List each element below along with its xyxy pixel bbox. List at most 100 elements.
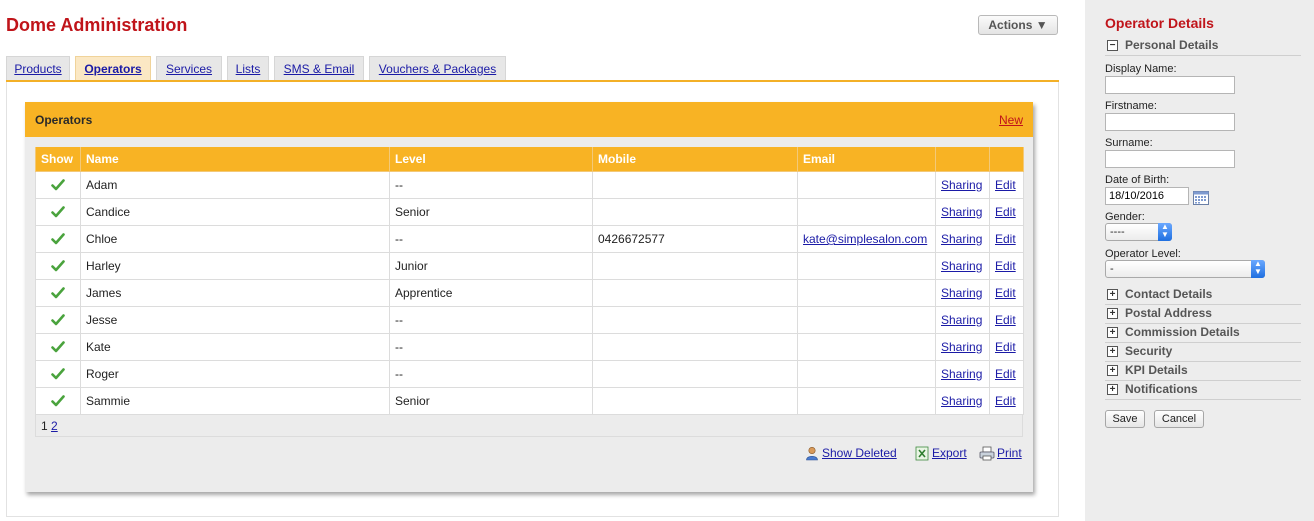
column-header-name[interactable]: Name	[80, 147, 390, 172]
show-cell[interactable]	[35, 360, 81, 388]
show-cell[interactable]	[35, 387, 81, 415]
column-header-mobile[interactable]: Mobile	[592, 147, 798, 172]
tab-vouchers-packages[interactable]: Vouchers & Packages	[369, 56, 506, 80]
table-row: Adam -- Sharing Edit	[35, 171, 1024, 199]
pagination-bar: 1 2	[35, 415, 1023, 437]
gender-label: Gender:	[1105, 211, 1145, 223]
email-cell	[797, 360, 936, 388]
print-link[interactable]: Print	[979, 446, 1022, 461]
section-personal-details[interactable]: − Personal Details	[1105, 37, 1301, 56]
column-header-show[interactable]: Show	[35, 147, 81, 172]
operator-details-sidebar: Operator Details − Personal Details Disp…	[1085, 0, 1314, 521]
edit-link[interactable]: Edit	[989, 333, 1024, 361]
check-icon[interactable]	[51, 232, 65, 246]
gender-select[interactable]: ---- ▲ ▼	[1105, 223, 1172, 241]
table-row: Sammie Senior Sharing Edit	[35, 387, 1024, 415]
check-icon[interactable]	[51, 313, 65, 327]
show-cell[interactable]	[35, 306, 81, 334]
edit-link[interactable]: Edit	[989, 198, 1024, 226]
section-kpi-details[interactable]: + KPI Details	[1105, 362, 1301, 381]
email-cell[interactable]: kate@simplesalon.com	[797, 225, 936, 253]
page-link-2[interactable]: 2	[51, 419, 58, 433]
level-cell: Junior	[389, 252, 593, 280]
edit-link[interactable]: Edit	[989, 225, 1024, 253]
check-icon[interactable]	[51, 259, 65, 273]
edit-link[interactable]: Edit	[989, 306, 1024, 334]
new-operator-link[interactable]: New	[999, 113, 1023, 127]
section-commission-details[interactable]: + Commission Details	[1105, 324, 1301, 343]
select-arrows-icon: ▲ ▼	[1251, 260, 1265, 278]
save-button[interactable]: Save	[1105, 410, 1145, 428]
section-notifications[interactable]: + Notifications	[1105, 381, 1301, 400]
firstname-field[interactable]	[1105, 113, 1235, 131]
show-cell[interactable]	[35, 198, 81, 226]
sharing-link[interactable]: Sharing	[935, 225, 990, 253]
check-icon[interactable]	[51, 178, 65, 192]
table-row: James Apprentice Sharing Edit	[35, 279, 1024, 307]
calendar-icon[interactable]	[1193, 190, 1209, 205]
name-cell: Roger	[80, 360, 390, 388]
export-link[interactable]: Export	[915, 446, 967, 461]
operator-level-label: Operator Level:	[1105, 248, 1181, 260]
dob-field[interactable]	[1105, 187, 1189, 205]
operator-level-select[interactable]: - ▲ ▼	[1105, 260, 1265, 278]
operators-panel-title: Operators	[35, 113, 93, 127]
tab-lists[interactable]: Lists	[227, 56, 269, 80]
name-cell: James	[80, 279, 390, 307]
edit-link[interactable]: Edit	[989, 387, 1024, 415]
name-cell: Kate	[80, 333, 390, 361]
column-header-level[interactable]: Level	[389, 147, 593, 172]
cancel-button[interactable]: Cancel	[1154, 410, 1204, 428]
check-icon[interactable]	[51, 340, 65, 354]
expand-icon: +	[1107, 327, 1118, 338]
check-icon[interactable]	[51, 205, 65, 219]
show-cell[interactable]	[35, 225, 81, 253]
surname-field[interactable]	[1105, 150, 1235, 168]
sharing-link[interactable]: Sharing	[935, 198, 990, 226]
sharing-link[interactable]: Sharing	[935, 252, 990, 280]
section-postal-address[interactable]: + Postal Address	[1105, 305, 1301, 324]
show-cell[interactable]	[35, 333, 81, 361]
show-cell[interactable]	[35, 279, 81, 307]
sharing-link[interactable]: Sharing	[935, 333, 990, 361]
tab-operators[interactable]: Operators	[75, 56, 151, 80]
name-cell: Chloe	[80, 225, 390, 253]
check-icon[interactable]	[51, 286, 65, 300]
edit-link[interactable]: Edit	[989, 252, 1024, 280]
email-cell	[797, 279, 936, 307]
section-security[interactable]: + Security	[1105, 343, 1301, 362]
show-cell[interactable]	[35, 252, 81, 280]
table-row: Candice Senior Sharing Edit	[35, 198, 1024, 226]
email-cell	[797, 252, 936, 280]
sidebar-title: Operator Details	[1105, 15, 1214, 31]
column-header-email[interactable]: Email	[797, 147, 936, 172]
tab-products[interactable]: Products	[6, 56, 70, 80]
table-row: Roger -- Sharing Edit	[35, 360, 1024, 388]
edit-link[interactable]: Edit	[989, 171, 1024, 199]
name-cell: Adam	[80, 171, 390, 199]
name-cell: Jesse	[80, 306, 390, 334]
sharing-link[interactable]: Sharing	[935, 360, 990, 388]
sharing-link[interactable]: Sharing	[935, 387, 990, 415]
show-cell[interactable]	[35, 171, 81, 199]
sharing-link[interactable]: Sharing	[935, 306, 990, 334]
display-name-field[interactable]	[1105, 76, 1235, 94]
table-row: Kate -- Sharing Edit	[35, 333, 1024, 361]
show-deleted-link[interactable]: Show Deleted	[805, 446, 897, 461]
email-cell	[797, 306, 936, 334]
actions-button[interactable]: Actions ▼	[978, 15, 1058, 35]
tab-services[interactable]: Services	[156, 56, 222, 80]
email-cell	[797, 198, 936, 226]
expand-icon: +	[1107, 384, 1118, 395]
sharing-link[interactable]: Sharing	[935, 171, 990, 199]
tab-sms-email[interactable]: SMS & Email	[274, 56, 364, 80]
table-row: Harley Junior Sharing Edit	[35, 252, 1024, 280]
section-contact-details[interactable]: + Contact Details	[1105, 286, 1301, 305]
edit-link[interactable]: Edit	[989, 360, 1024, 388]
check-icon[interactable]	[51, 367, 65, 381]
printer-icon	[979, 446, 995, 461]
sharing-link[interactable]: Sharing	[935, 279, 990, 307]
table-row: Chloe -- 0426672577 kate@simplesalon.com Sha…	[35, 225, 1024, 253]
edit-link[interactable]: Edit	[989, 279, 1024, 307]
check-icon[interactable]	[51, 394, 65, 408]
